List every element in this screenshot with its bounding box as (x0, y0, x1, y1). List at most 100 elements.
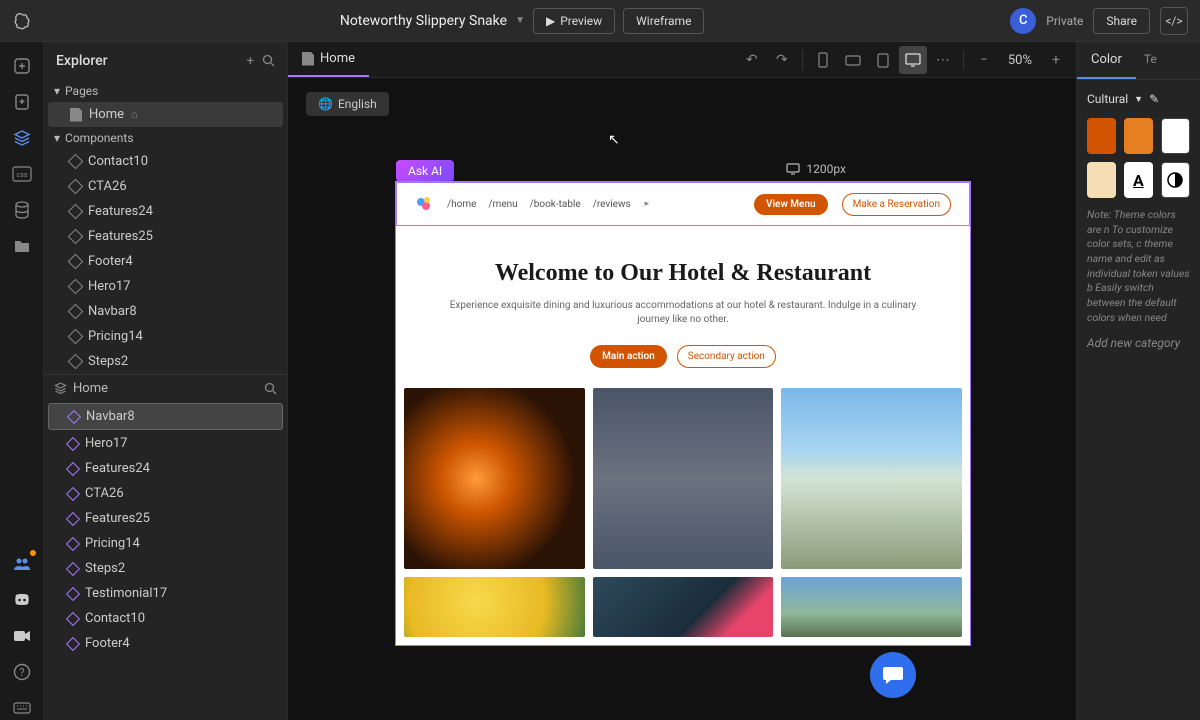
ask-ai-button[interactable]: Ask AI (396, 160, 454, 182)
page-icon (70, 108, 82, 122)
component-item[interactable]: Features25 (44, 224, 287, 249)
secondary-action-button[interactable]: Secondary action (677, 345, 776, 368)
theme-note: Note: Theme colors are n To customize co… (1087, 208, 1190, 326)
preview-button[interactable]: ▶Preview (533, 8, 615, 34)
css-icon[interactable]: css (10, 162, 34, 186)
reserve-button[interactable]: Make a Reservation (842, 193, 951, 216)
tab-color[interactable]: Color (1077, 42, 1136, 79)
chevron-right-icon: ▸ (645, 199, 650, 209)
component-item[interactable]: Contact10 (44, 149, 287, 174)
undo-icon[interactable]: ↶ (738, 46, 766, 74)
desktop-icon[interactable] (899, 46, 927, 74)
viewport-label: 1200px (786, 162, 846, 176)
zoom-in-icon[interactable]: + (1042, 46, 1070, 74)
app-logo-icon[interactable] (12, 10, 34, 32)
component-item[interactable]: Steps2 (44, 349, 287, 374)
outline-item[interactable]: Features24 (44, 456, 287, 481)
chat-fab[interactable] (870, 652, 916, 698)
discord-icon[interactable] (10, 588, 34, 612)
code-icon[interactable]: </> (1160, 7, 1188, 35)
color-swatch[interactable] (1161, 162, 1190, 198)
component-item[interactable]: Footer4 (44, 249, 287, 274)
wireframe-button[interactable]: Wireframe (623, 8, 704, 34)
tablet-landscape-icon[interactable] (839, 46, 867, 74)
color-swatch[interactable] (1087, 118, 1116, 154)
search-icon[interactable] (262, 54, 275, 69)
outline-root[interactable]: Home (73, 381, 108, 396)
outline-item[interactable]: Pricing14 (44, 531, 287, 556)
main-action-button[interactable]: Main action (590, 345, 667, 368)
component-icon (67, 409, 81, 423)
component-item[interactable]: Hero17 (44, 274, 287, 299)
nav-link[interactable]: /reviews (593, 199, 631, 210)
outline-item[interactable]: Features25 (44, 506, 287, 531)
zoom-out-icon[interactable]: − (970, 46, 998, 74)
database-icon[interactable] (10, 198, 34, 222)
chevron-down-icon[interactable]: ▼ (515, 15, 525, 26)
gallery-image (593, 388, 774, 569)
chevron-down-icon: ▾ (54, 131, 60, 145)
cursor-icon: ↖ (608, 132, 620, 148)
mobile-icon[interactable] (809, 46, 837, 74)
nav-link[interactable]: /home (447, 199, 476, 210)
component-item[interactable]: CTA26 (44, 174, 287, 199)
tablet-icon[interactable] (869, 46, 897, 74)
component-icon (66, 636, 80, 650)
outline-item[interactable]: Hero17 (44, 431, 287, 456)
component-item[interactable]: Features24 (44, 199, 287, 224)
outline-item[interactable]: Footer4 (44, 631, 287, 656)
component-item[interactable]: Navbar8 (44, 299, 287, 324)
text-color-swatch[interactable]: A (1124, 162, 1153, 198)
home-icon: ⌂ (131, 108, 138, 121)
theme-name[interactable]: Cultural (1087, 92, 1128, 106)
view-menu-button[interactable]: View Menu (754, 194, 828, 215)
explorer-title: Explorer (56, 53, 108, 69)
video-icon[interactable] (10, 624, 34, 648)
outline-item[interactable]: Navbar8 (48, 403, 283, 430)
zoom-level[interactable]: 50% (1000, 53, 1040, 68)
language-selector[interactable]: 🌐English (306, 92, 389, 116)
color-swatch[interactable] (1124, 118, 1153, 154)
share-button[interactable]: Share (1093, 8, 1150, 34)
redo-icon[interactable]: ↷ (768, 46, 796, 74)
keyboard-icon[interactable] (10, 696, 34, 720)
more-icon[interactable]: ⋯ (929, 46, 957, 74)
nav-link[interactable]: /menu (488, 199, 517, 210)
component-icon (68, 279, 84, 295)
add-category-button[interactable]: Add new category (1087, 336, 1190, 350)
outline-item[interactable]: Steps2 (44, 556, 287, 581)
component-icon (68, 179, 84, 195)
component-icon (66, 586, 80, 600)
project-title[interactable]: Noteworthy Slippery Snake (340, 13, 507, 29)
color-swatch[interactable] (1087, 162, 1116, 198)
add-icon[interactable] (10, 54, 34, 78)
preview-frame[interactable]: /home/menu/book-table/reviews ▸ View Men… (396, 182, 970, 645)
site-logo-icon (415, 195, 433, 213)
layers-icon (54, 382, 67, 395)
chevron-down-icon[interactable]: ▼ (1134, 94, 1143, 105)
user-avatar[interactable]: C (1010, 8, 1036, 34)
color-swatch[interactable] (1161, 118, 1190, 154)
add-page-icon[interactable] (10, 90, 34, 114)
pages-section[interactable]: ▾Pages (44, 80, 287, 102)
tab-text[interactable]: Te (1136, 42, 1165, 79)
outline-item[interactable]: Contact10 (44, 606, 287, 631)
component-icon (68, 204, 84, 220)
help-icon[interactable]: ? (10, 660, 34, 684)
component-icon (68, 229, 84, 245)
page-home[interactable]: Home⌂ (48, 102, 283, 127)
globe-icon: 🌐 (318, 97, 333, 111)
team-icon[interactable] (10, 552, 34, 576)
layers-icon[interactable] (10, 126, 34, 150)
nav-link[interactable]: /book-table (530, 199, 581, 210)
component-item[interactable]: Pricing14 (44, 324, 287, 349)
outline-item[interactable]: Testimonial17 (44, 581, 287, 606)
tab-home[interactable]: Home (288, 42, 369, 77)
components-section[interactable]: ▾Components (44, 127, 287, 149)
add-icon[interactable]: + (247, 54, 254, 69)
preview-navbar[interactable]: /home/menu/book-table/reviews ▸ View Men… (396, 182, 970, 226)
folder-icon[interactable] (10, 234, 34, 258)
edit-icon[interactable]: ✎ (1149, 92, 1159, 106)
search-icon[interactable] (264, 382, 277, 395)
outline-item[interactable]: CTA26 (44, 481, 287, 506)
